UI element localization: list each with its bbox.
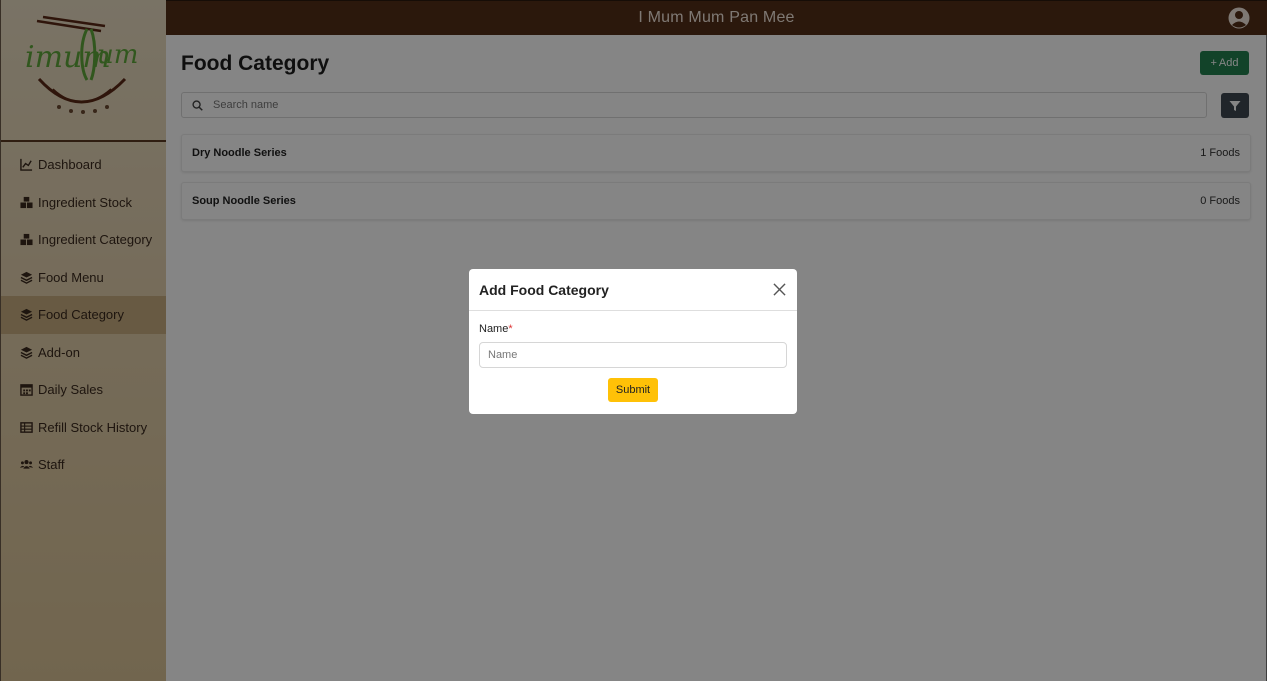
submit-button[interactable]: Submit xyxy=(608,378,658,402)
name-field-label-text: Name xyxy=(479,323,509,335)
name-field-label: Name* xyxy=(479,323,513,335)
close-button[interactable] xyxy=(771,282,787,298)
name-input[interactable] xyxy=(479,342,787,368)
add-food-category-modal: Add Food Category Name* Submit xyxy=(469,269,797,414)
modal-title: Add Food Category xyxy=(479,281,609,298)
modal-header: Add Food Category xyxy=(469,269,797,311)
required-mark: * xyxy=(508,323,513,335)
close-icon xyxy=(772,283,786,296)
